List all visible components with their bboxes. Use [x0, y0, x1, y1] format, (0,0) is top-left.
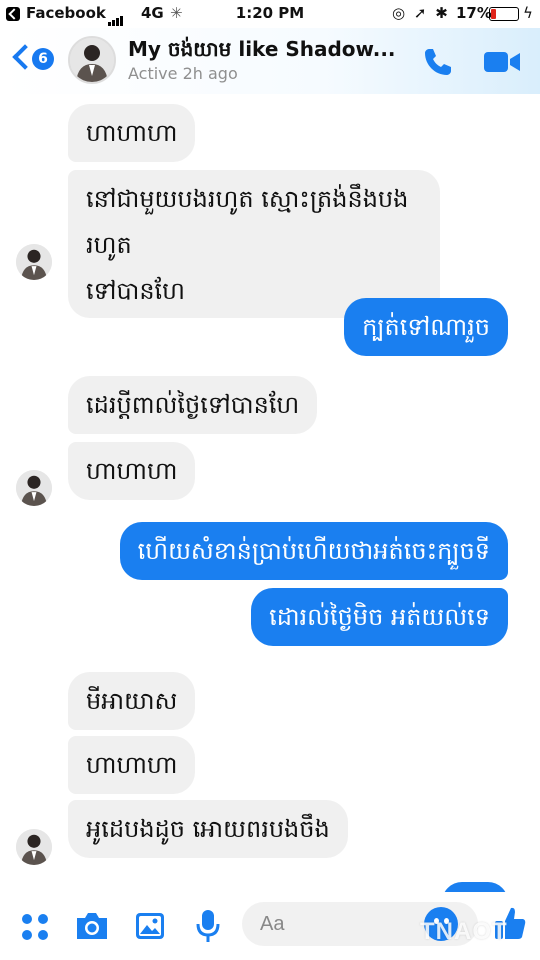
apps-button[interactable] — [20, 912, 50, 946]
watermark-text: TNAOT — [420, 918, 508, 945]
sender-avatar[interactable] — [16, 829, 52, 865]
outgoing-message[interactable]: ក្បត់ទៅណារួច — [344, 298, 508, 356]
incoming-message[interactable]: មីអាយាស — [68, 672, 196, 730]
person-avatar-icon — [16, 829, 52, 865]
video-camera-icon — [484, 52, 520, 72]
status-bar: Facebook 4G ✳ 1:20 PM ◎ ➚ ✱ 17% ϟ — [0, 0, 540, 28]
incoming-message[interactable]: ហាហាហា — [68, 104, 196, 162]
incoming-message[interactable]: ហាហាហា — [68, 442, 196, 500]
active-status: Active 2h ago — [128, 64, 238, 83]
contact-avatar[interactable] — [68, 36, 116, 84]
sender-avatar[interactable] — [16, 470, 52, 506]
contact-name[interactable]: My ចង់យាម like Shadow... — [128, 36, 398, 66]
message-line: នៅជាមួយបងរហូត ស្មោះត្រង់នឹងបងរហូត — [86, 185, 409, 259]
outgoing-message[interactable]: ហើយសំខាន់ប្រាប់ហើយថាអត់ចេះក្បួចទី — [119, 522, 508, 580]
incoming-message[interactable]: អូដេបងដូច អោយពរបងចឹង — [68, 800, 348, 858]
back-button[interactable]: 6 — [12, 44, 58, 76]
person-avatar-icon — [16, 244, 52, 280]
camera-icon — [77, 913, 107, 939]
phone-icon — [425, 49, 451, 75]
unread-badge: 6 — [32, 48, 54, 70]
status-icons: ◎ ➚ ✱ — [392, 4, 450, 22]
video-call-button[interactable] — [482, 46, 522, 78]
outgoing-message[interactable]: ដោរល់ថ្ងៃមិច អត់យល់ទេ — [251, 588, 508, 646]
person-avatar-icon — [16, 470, 52, 506]
outgoing-message-partial[interactable] — [442, 882, 508, 892]
incoming-message[interactable]: នៅជាមួយបងរហូត ស្មោះត្រង់នឹងបងរហូត ទៅបានហ… — [68, 170, 440, 318]
apps-icon — [22, 914, 48, 940]
battery-icon — [489, 7, 519, 21]
sender-avatar[interactable] — [16, 244, 52, 280]
call-button[interactable] — [420, 44, 456, 80]
microphone-button[interactable] — [194, 908, 222, 948]
message-thread[interactable]: ហាហាហា នៅជាមួយបងរហូត ស្មោះត្រង់នឹងបងរហូត… — [0, 94, 540, 892]
conversation-header: 6 My ចង់យាម like Shadow... Active 2h ago — [0, 28, 540, 94]
photo-icon — [136, 913, 164, 939]
microphone-icon — [196, 910, 220, 942]
battery-percent: 17% — [456, 4, 492, 22]
incoming-message[interactable]: ហាហាហា — [68, 736, 196, 794]
charging-icon: ϟ — [523, 4, 533, 22]
person-avatar-icon — [70, 38, 114, 82]
incoming-message[interactable]: ដេរប្តីពាល់ថ្ងៃទៅបានហែ — [68, 376, 318, 434]
photo-button[interactable] — [134, 910, 166, 946]
camera-button[interactable] — [74, 910, 110, 946]
